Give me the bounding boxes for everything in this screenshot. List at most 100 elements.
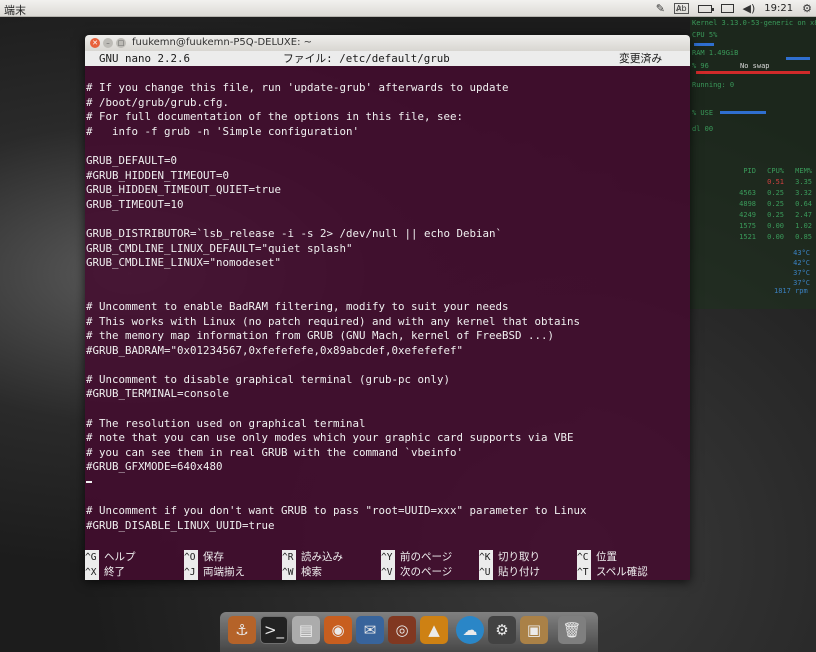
table-cell: 2.47: [795, 211, 812, 219]
clock[interactable]: 19:21: [764, 3, 793, 14]
temp-value: 37°C: [793, 269, 810, 277]
shortcut-read[interactable]: ^R 読み込み: [282, 549, 343, 565]
editor-line[interactable]: # The resolution used on graphical termi…: [86, 417, 686, 432]
skype-icon[interactable]: ☁: [456, 616, 484, 644]
table-cell: 1521: [739, 233, 756, 241]
shortcut-search[interactable]: ^W 検索: [282, 564, 322, 580]
nano-shortcuts: ^G ヘルプ ^O 保存 ^R 読み込み ^Y 前のページ ^K 切り取り ^C 位置 ^X…: [85, 549, 690, 580]
anchor-icon[interactable]: ⚓: [228, 616, 256, 644]
shortcut-position[interactable]: ^C 位置: [577, 549, 617, 565]
close-button[interactable]: ✕: [90, 38, 100, 48]
active-app-name[interactable]: 端末: [4, 2, 26, 18]
editor-line[interactable]: GRUB_CMDLINE_LINUX_DEFAULT="quiet splash…: [86, 242, 686, 257]
editor-line[interactable]: # you can see them in real GRUB with the…: [86, 446, 686, 461]
conky-cpu: CPU 5%: [692, 31, 718, 39]
editor-line[interactable]: [86, 285, 686, 300]
editor-line[interactable]: GRUB_DISTRIBUTOR=`lsb_release -i -s 2> /…: [86, 227, 686, 242]
table-cell: 0.64: [795, 200, 812, 208]
conky-red-bar: [696, 71, 810, 74]
files-icon[interactable]: ▤: [292, 616, 320, 644]
trash-icon[interactable]: 🗑: [558, 616, 586, 644]
editor-line[interactable]: [86, 271, 686, 286]
editor-text[interactable]: # If you change this file, run 'update-g…: [86, 81, 686, 533]
editor-line[interactable]: # /boot/grub/grub.cfg.: [86, 96, 686, 111]
ab-icon[interactable]: A̷b: [673, 3, 689, 14]
table-cell: 3.35: [795, 178, 812, 186]
editor-line[interactable]: #GRUB_BADRAM="0x01234567,0xfefefefe,0x89…: [86, 344, 686, 359]
shortcut-next-page[interactable]: ^V 次のページ: [381, 564, 452, 580]
conky-swap: No swap: [740, 62, 770, 70]
text-cursor: [86, 481, 92, 484]
editor-line[interactable]: [86, 475, 686, 490]
editor-line[interactable]: [86, 358, 686, 373]
table-cell: 0.25: [767, 211, 784, 219]
table-cell: 0.25: [767, 200, 784, 208]
volume-icon[interactable]: ◀): [743, 1, 756, 16]
mail-icon[interactable]: [720, 4, 734, 13]
terminal-content[interactable]: GNU nano 2.2.6 ファイル: /etc/default/grub 変…: [85, 51, 690, 580]
pen-icon[interactable]: ✎: [656, 1, 665, 16]
editor-line[interactable]: #GRUB_TERMINAL=console: [86, 387, 686, 402]
temp-value: 43°C: [793, 249, 810, 257]
conky-temperatures: 43°C 42°C 37°C 37°C: [793, 249, 810, 287]
dock: ⚓ >_ ▤ ◉ ✉ ◎ ▲ ☁ ⚙ ▣ 🗑: [220, 612, 598, 652]
editor-line[interactable]: # Uncomment if you don't want GRUB to pa…: [86, 504, 686, 519]
system-tray: ✎ A̷b ◀) 19:21 ⚙: [656, 1, 812, 16]
thunderbird-icon[interactable]: ✉: [356, 616, 384, 644]
table-cell: 0.25: [767, 189, 784, 197]
editor-line[interactable]: GRUB_CMDLINE_LINUX="nomodeset": [86, 256, 686, 271]
package-icon[interactable]: ▣: [520, 616, 548, 644]
editor-line[interactable]: GRUB_DEFAULT=0: [86, 154, 686, 169]
editor-line[interactable]: #GRUB_HIDDEN_TIMEOUT=0: [86, 169, 686, 184]
nano-version: GNU nano 2.2.6: [99, 52, 191, 65]
editor-line[interactable]: # For full documentation of the options …: [86, 110, 686, 125]
shortcut-save[interactable]: ^O 保存: [184, 549, 224, 565]
firefox-icon[interactable]: ◉: [324, 616, 352, 644]
temp-value: 42°C: [793, 259, 810, 267]
editor-line[interactable]: #GRUB_DISABLE_LINUX_UUID=true: [86, 519, 686, 534]
shortcut-help[interactable]: ^G ヘルプ: [85, 549, 136, 565]
shortcut-paste[interactable]: ^U 貼り付け: [479, 564, 540, 580]
conky-disk-use: % USE: [692, 109, 714, 117]
editor-line[interactable]: [86, 212, 686, 227]
editor-line[interactable]: # the memory map information from GRUB (…: [86, 329, 686, 344]
conky-cpu-bar: [694, 43, 714, 46]
shortcut-justify[interactable]: ^J 両端揃え: [184, 564, 245, 580]
temp-value: 37°C: [793, 279, 810, 287]
editor-line[interactable]: # This works with Linux (no patch requir…: [86, 315, 686, 330]
table-cell: 4563: [739, 189, 756, 197]
editor-line[interactable]: #GRUB_GFXMODE=640x480: [86, 460, 686, 475]
editor-line[interactable]: GRUB_HIDDEN_TIMEOUT_QUIET=true: [86, 183, 686, 198]
conky-dl: dl 00: [692, 125, 714, 133]
conky-disk-bar: [720, 111, 766, 114]
window-titlebar[interactable]: ✕ – □ fuukemn@fuukemn-P5Q-DELUXE: ~: [85, 35, 690, 51]
editor-line[interactable]: [86, 139, 686, 154]
vlc-icon[interactable]: ▲: [420, 616, 448, 644]
table-cell: 0.00: [767, 233, 784, 241]
speaker-icon[interactable]: ◎: [388, 616, 416, 644]
editor-line[interactable]: # Uncomment to disable graphical termina…: [86, 373, 686, 388]
editor-line[interactable]: # If you change this file, run 'update-g…: [86, 81, 686, 96]
editor-line[interactable]: [86, 402, 686, 417]
gear-icon[interactable]: ⚙: [802, 1, 812, 16]
shortcut-prev-page[interactable]: ^Y 前のページ: [381, 549, 452, 565]
editor-line[interactable]: [86, 490, 686, 505]
table-cell: [730, 178, 756, 186]
shortcut-spell[interactable]: ^T スペル確認: [577, 564, 648, 580]
editor-line[interactable]: # Uncomment to enable BadRAM filtering, …: [86, 300, 686, 315]
table-cell: 4898: [739, 200, 756, 208]
editor-line[interactable]: # info -f grub -n 'Simple configuration': [86, 125, 686, 140]
table-cell: 0.00: [767, 222, 784, 230]
maximize-button[interactable]: □: [116, 38, 126, 48]
terminal-icon[interactable]: >_: [260, 616, 288, 644]
shortcut-exit[interactable]: ^X 終了: [85, 564, 125, 580]
conky-col-pid: PID: [743, 167, 756, 175]
minimize-button[interactable]: –: [103, 38, 113, 48]
settings-icon[interactable]: ⚙: [488, 616, 516, 644]
conky-header: Kernel 3.13.0-53-generic on x86_64: [692, 19, 816, 27]
conky-col-mem: MEM%: [795, 167, 812, 175]
shortcut-cut[interactable]: ^K 切り取り: [479, 549, 540, 565]
editor-line[interactable]: GRUB_TIMEOUT=10: [86, 198, 686, 213]
editor-line[interactable]: # note that you can use only modes which…: [86, 431, 686, 446]
battery-icon[interactable]: [697, 4, 714, 13]
